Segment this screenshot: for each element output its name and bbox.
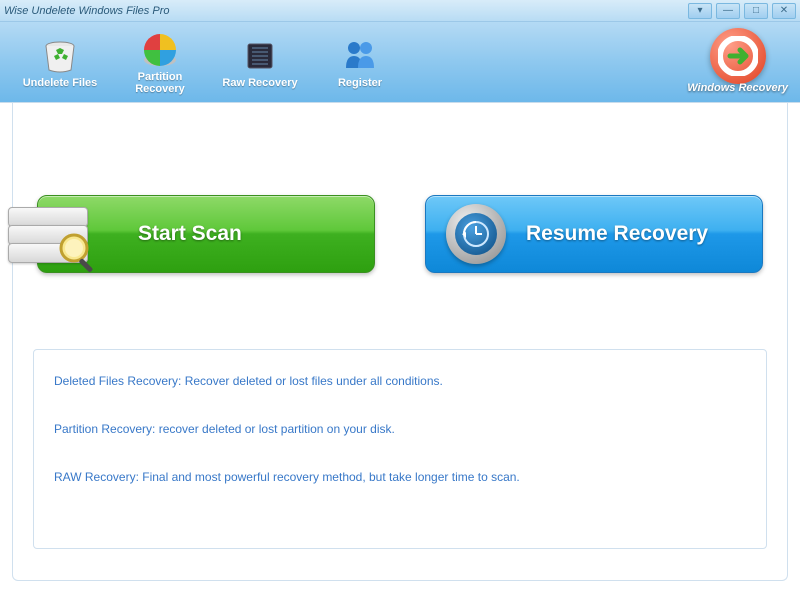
dropdown-button[interactable]: ▾	[688, 3, 712, 19]
recycle-bin-icon	[36, 35, 84, 77]
resume-recovery-label: Resume Recovery	[526, 222, 708, 246]
life-ring-icon	[710, 28, 766, 84]
info-box: Deleted Files Recovery: Recover deleted …	[33, 349, 767, 549]
toolbar-register[interactable]: Register	[310, 35, 410, 89]
main-buttons: Start Scan	[33, 195, 767, 273]
toolbar-partition-recovery[interactable]: Partition Recovery	[110, 29, 210, 95]
info-deleted-files: Deleted Files Recovery: Recover deleted …	[54, 374, 746, 388]
toolbar-undelete-files[interactable]: Undelete Files	[10, 35, 110, 89]
close-button[interactable]: ✕	[772, 3, 796, 19]
titlebar: Wise Undelete Windows Files Pro ▾ — □ ✕	[0, 0, 800, 22]
info-partition: Partition Recovery: recover deleted or l…	[54, 422, 746, 436]
brand-logo: Windows Recovery	[687, 28, 788, 94]
maximize-button[interactable]: □	[744, 3, 768, 19]
toolbar-label: Register	[338, 77, 382, 89]
brand-label: Windows Recovery	[687, 82, 788, 94]
start-scan-button[interactable]: Start Scan	[37, 195, 375, 273]
content-area: Start Scan	[0, 102, 800, 600]
toolbar-label: Undelete Files	[23, 77, 98, 89]
window-title: Wise Undelete Windows Files Pro	[4, 5, 688, 17]
pie-chart-icon	[136, 29, 184, 71]
clock-icon	[426, 204, 526, 264]
info-raw: RAW Recovery: Final and most powerful re…	[54, 470, 746, 484]
toolbar-label: Partition Recovery	[135, 71, 185, 95]
toolbar-label: Raw Recovery	[222, 77, 297, 89]
start-scan-label: Start Scan	[138, 222, 242, 246]
toolbar-raw-recovery[interactable]: Raw Recovery	[210, 35, 310, 89]
chip-icon	[236, 35, 284, 77]
inner-panel: Start Scan	[12, 103, 788, 581]
window-controls: ▾ — □ ✕	[688, 3, 796, 19]
people-icon	[336, 35, 384, 77]
minimize-button[interactable]: —	[716, 3, 740, 19]
resume-recovery-button[interactable]: Resume Recovery	[425, 195, 763, 273]
toolbar: Undelete Files Partition Recovery	[0, 22, 800, 102]
